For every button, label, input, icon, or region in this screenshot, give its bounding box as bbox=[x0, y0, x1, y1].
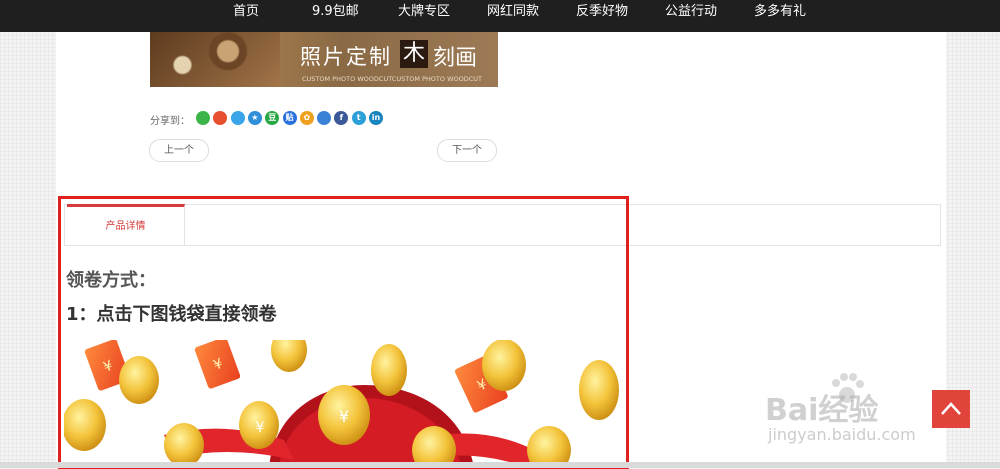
tumblr-icon[interactable]: t bbox=[351, 111, 366, 125]
top-nav: 首页 9.9包邮 大牌专区 网红同款 反季好物 公益行动 多多有礼 bbox=[0, 0, 1000, 32]
banner-caption: CUSTOM PHOTO WOODCUTCUSTOM PHOTO WOODCUT bbox=[302, 75, 483, 83]
svg-text:¥: ¥ bbox=[339, 407, 349, 426]
coupon-method-heading: 领卷方式： bbox=[66, 270, 156, 291]
coupon-step-heading: 1：点击下图钱袋直接领卷 bbox=[66, 304, 277, 325]
back-to-top-button[interactable] bbox=[932, 390, 970, 428]
nav-item-9-9[interactable]: 9.9包邮 bbox=[312, 0, 359, 26]
pinecone-tray-image bbox=[150, 32, 280, 87]
tab-bar bbox=[64, 204, 941, 246]
share-label: 分享到： bbox=[150, 116, 190, 127]
product-banner: 照片定制 木 刻画 CUSTOM PHOTO WOODCUTCUSTOM PHO… bbox=[150, 32, 498, 87]
nav-item-trend[interactable]: 网红同款 bbox=[487, 0, 539, 26]
watermark-url: jingyan.baidu.com bbox=[768, 425, 916, 444]
nav-item-home[interactable]: 首页 bbox=[232, 0, 260, 26]
banner-title-a: 照片定制 bbox=[300, 45, 392, 69]
tieba-icon[interactable]: 贴 bbox=[282, 111, 297, 125]
banner-title-c: 刻画 bbox=[433, 46, 478, 71]
svg-text:¥: ¥ bbox=[256, 420, 265, 436]
nav-item-brand[interactable]: 大牌专区 bbox=[398, 0, 450, 26]
money-bag-promo-image[interactable]: ¥ ¥ ¥ ¥ ¥ bbox=[64, 340, 620, 468]
paw-icon bbox=[832, 373, 864, 403]
banner-title-b: 木 bbox=[400, 40, 428, 68]
nav-item-charity[interactable]: 公益行动 bbox=[665, 0, 717, 26]
prev-button[interactable]: 上一个 bbox=[149, 139, 209, 162]
tab-product-details[interactable]: 产品详情 bbox=[67, 204, 185, 245]
qzone-icon[interactable]: ★ bbox=[247, 111, 262, 125]
flower-icon[interactable]: ✿ bbox=[299, 111, 314, 125]
coins-envelopes-graphic: ¥ ¥ ¥ ¥ ¥ bbox=[64, 340, 619, 468]
baidu-logo-watermark: Bai经验 bbox=[765, 373, 878, 429]
next-button[interactable]: 下一个 bbox=[437, 139, 497, 162]
wechat-icon[interactable] bbox=[196, 111, 210, 125]
qq-icon[interactable] bbox=[230, 111, 245, 125]
bottom-scrollbar[interactable] bbox=[0, 462, 1000, 468]
nav-item-gifts[interactable]: 多多有礼 bbox=[754, 0, 806, 26]
nav-item-offseason[interactable]: 反季好物 bbox=[576, 0, 628, 26]
copy-icon[interactable] bbox=[317, 111, 332, 125]
chevron-up-icon bbox=[941, 402, 961, 415]
linkedin-icon[interactable]: in bbox=[369, 111, 383, 125]
